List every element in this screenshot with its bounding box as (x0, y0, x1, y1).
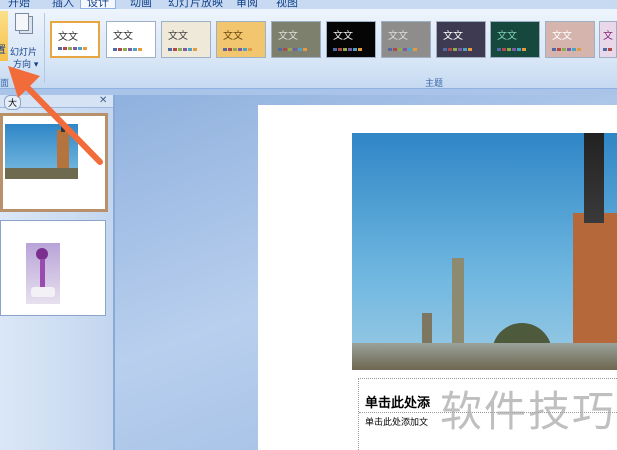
pointer-arrow-icon (8, 66, 103, 165)
